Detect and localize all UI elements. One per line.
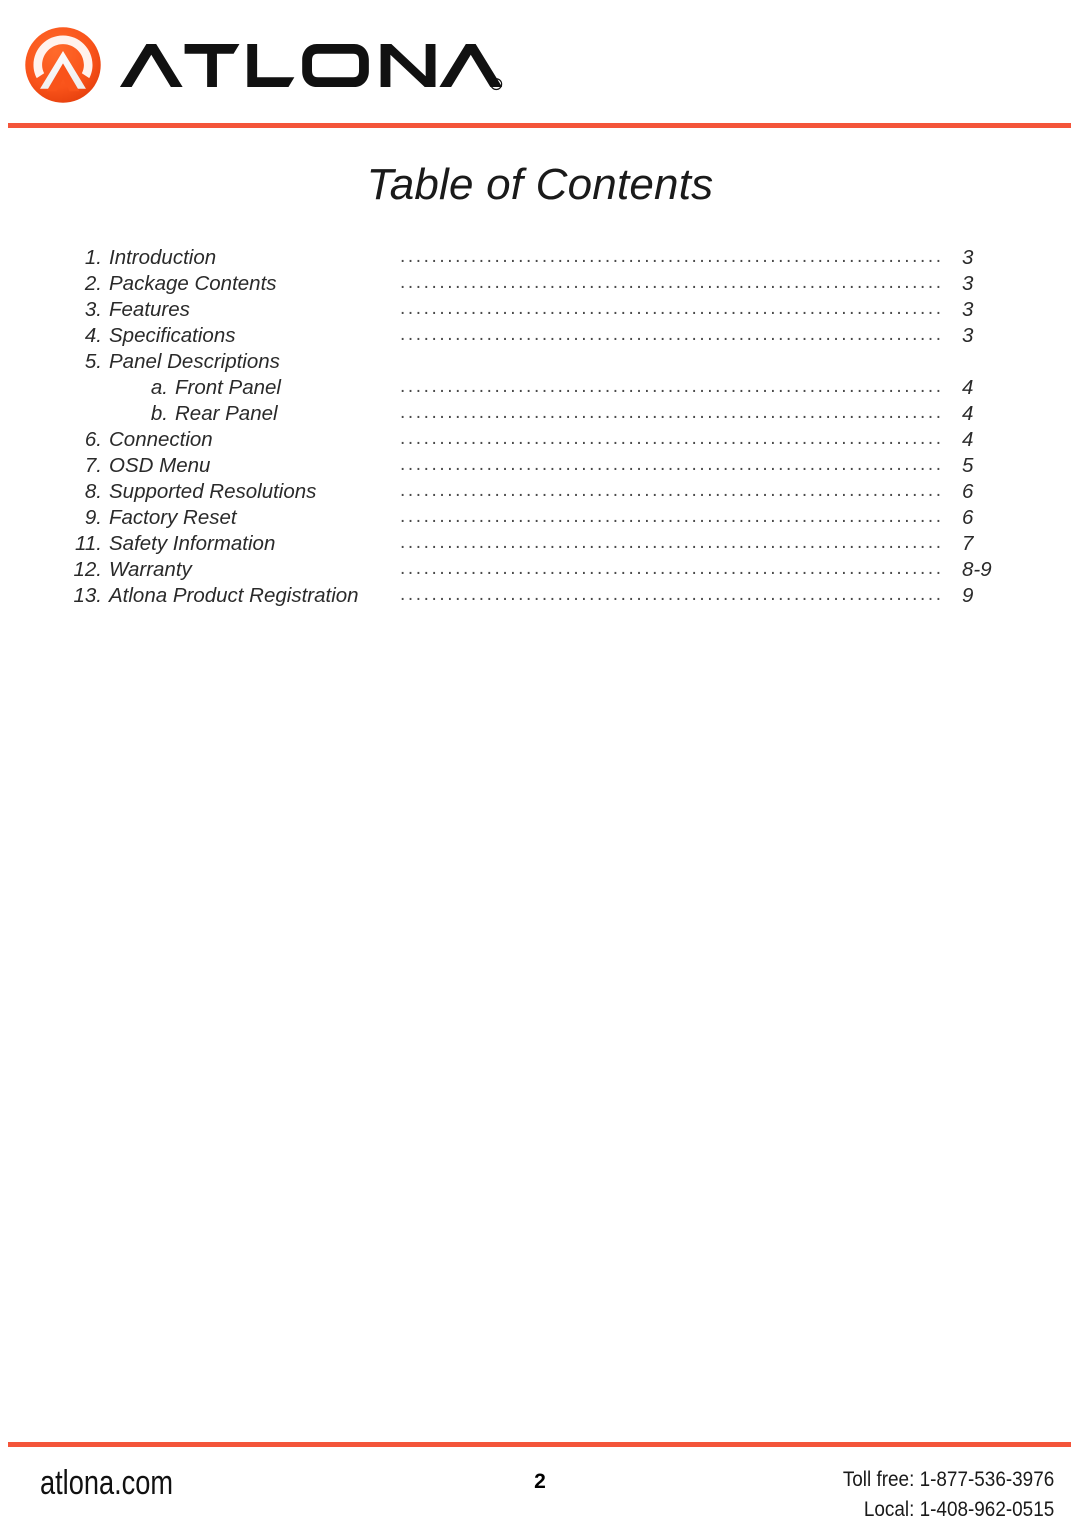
toc-entry-number: 8. [84,480,102,503]
toc-entry[interactable]: 8. Supported Resolutions ...............… [68,480,1012,506]
toc-entry-page: 4 [962,428,974,451]
toc-entry-label: 4. Specifications [68,324,400,348]
table-of-contents: 1. Introduction ........................… [68,246,1012,610]
toc-entry-label: 6. Connection [68,428,400,452]
toc-leader-dots: ........................................… [400,558,944,579]
toc-leader-dots: ........................................… [400,532,944,553]
toc-entry[interactable]: b. Rear Panel ..........................… [68,402,1012,428]
toc-entry-number: a. [150,376,168,399]
toc-entry-title: Rear Panel [175,402,278,425]
toc-leader-dots: ........................................… [400,480,944,501]
toc-entry-page: 7 [962,532,974,555]
footer-local-phone: Local: 1-408-962-0515 [863,1497,1054,1521]
toc-entry-title: Specifications [109,324,236,347]
toc-entry-title: Safety Information [109,532,276,555]
footer-toll-free: Toll free: 1-877-536-3976 [842,1467,1054,1491]
toc-entry-label: 5. Panel Descriptions [68,350,400,374]
toc-leader-dots: ........................................… [400,506,944,527]
toc-entry-page: 6 [962,480,974,503]
toc-entry-number: 1. [84,246,102,269]
toc-entry-page: 3 [962,298,974,321]
toc-entry-number: 2. [84,272,102,295]
toc-leader-dots: ........................................… [400,272,944,293]
toc-entry-label: 7. OSD Menu [68,454,400,478]
toc-entry[interactable]: 13. Atlona Product Registration ........… [68,584,1012,610]
toc-entry-label: 3. Features [68,298,400,322]
toc-entry-page: 4 [962,376,974,399]
toc-entry-number: 3. [84,298,102,321]
toc-entry-number: 9. [84,506,102,529]
toc-entry[interactable]: 4. Specifications ......................… [68,324,1012,350]
toc-entry-title: Package Contents [109,272,277,295]
page-title: Table of Contents [366,160,714,209]
toc-entry[interactable]: 7. OSD Menu ............................… [68,454,1012,480]
toc-entry-number: 11. [75,532,102,555]
atlona-logo: R [22,24,508,106]
toc-entry[interactable]: 1. Introduction ........................… [68,246,1012,272]
atlona-wordmark: R [116,38,508,93]
toc-entry-label: 8. Supported Resolutions [68,480,400,504]
toc-entry-title: Factory Reset [109,506,237,529]
toc-entry-number: 7. [84,454,102,477]
toc-entry-title: Supported Resolutions [109,480,317,503]
toc-entry-page: 3 [962,272,974,295]
toc-entry-number: b. [150,402,168,425]
toc-entry-label: 11. Safety Information [68,532,400,556]
toc-entry-title: Introduction [109,246,217,269]
toc-leader-dots: ........................................… [400,454,944,475]
toc-entry-title: Warranty [109,558,192,581]
toc-leader-dots: ........................................… [400,324,944,345]
toc-entry-label: 2. Package Contents [68,272,400,296]
toc-entry[interactable]: 5. Panel Descriptions [68,350,1012,376]
page-footer: atlona.com 2 Toll free: 1-877-536-3976 L… [0,1452,1080,1527]
toc-leader-dots: ........................................… [400,376,944,397]
toc-entry-page: 3 [962,324,974,347]
toc-entry[interactable]: 2. Package Contents ....................… [68,272,1012,298]
toc-entry[interactable]: 9. Factory Reset .......................… [68,506,1012,532]
toc-entry-number: 12. [73,558,103,581]
toc-leader-dots: ........................................… [400,298,944,319]
toc-entry-number: 5. [84,350,102,373]
toc-entry-page: 5 [962,454,974,477]
toc-entry-title: Front Panel [175,376,281,399]
toc-entry-page: 4 [962,402,974,425]
toc-leader-dots: ........................................… [400,584,944,605]
toc-entry[interactable]: 11. Safety Information .................… [68,532,1012,558]
toc-entry-label: a. Front Panel [68,376,400,400]
toc-leader-dots: ........................................… [400,428,944,449]
toc-entry[interactable]: 12. Warranty ...........................… [68,558,1012,584]
svg-text:R: R [494,82,499,89]
toc-entry-number: 13. [73,584,103,607]
page-header: R [0,0,1080,128]
toc-entry-page: 9 [962,584,974,607]
toc-entry-title: Atlona Product Registration [109,584,359,607]
toc-entry-number: 4. [84,324,102,347]
atlona-chevron-circle-logo-icon [22,24,104,106]
toc-entry-title: Panel Descriptions [109,350,280,373]
toc-entry-label: 13. Atlona Product Registration [68,584,400,608]
footer-divider-rule [8,1442,1071,1447]
toc-entry[interactable]: a. Front Panel .........................… [68,376,1012,402]
toc-entry-number: 6. [84,428,102,451]
toc-entry-title: OSD Menu [109,454,211,477]
toc-leader-dots: ........................................… [400,246,944,267]
toc-entry-label: 12. Warranty [68,558,400,582]
toc-entry-page: 3 [962,246,974,269]
toc-entry-label: b. Rear Panel [68,402,400,426]
toc-entry-title: Features [109,298,190,321]
toc-entry-label: 9. Factory Reset [68,506,400,530]
toc-entry[interactable]: 3. Features ............................… [68,298,1012,324]
footer-contact-info: Toll free: 1-877-536-3976 Local: 1-408-9… [843,1464,1054,1524]
toc-entry-label: 1. Introduction [68,246,400,270]
toc-entry[interactable]: 6. Connection ..........................… [68,428,1012,454]
header-divider-rule [8,123,1071,128]
toc-leader-dots: ........................................… [400,402,944,423]
toc-entry-page: 8-9 [962,558,992,581]
toc-entry-page: 6 [962,506,974,529]
toc-entry-title: Connection [109,428,213,451]
